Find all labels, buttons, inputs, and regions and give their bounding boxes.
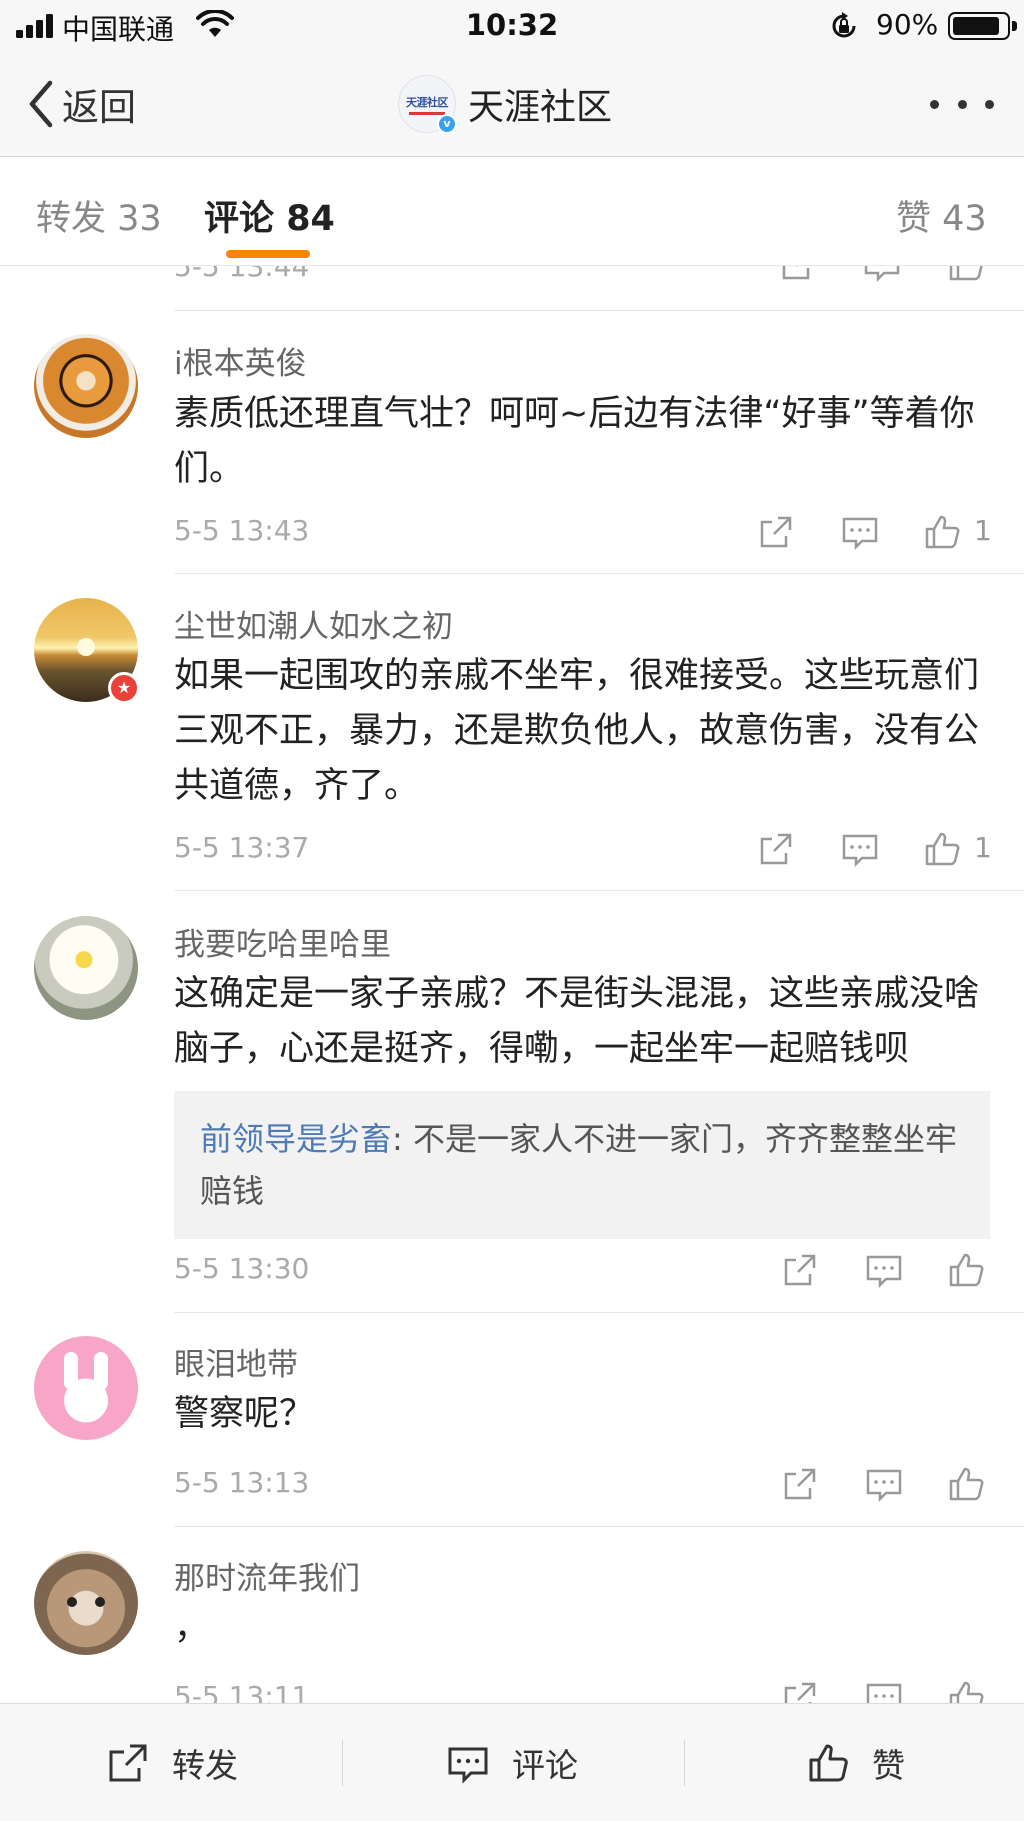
tab-likes[interactable]: 赞 43 (896, 190, 987, 241)
toolbar-divider (684, 1740, 685, 1786)
comment-list[interactable]: 5-5 13:44 i根本英俊 素质低还理直气壮？呵呵~后边有法律“好事”等着你… (0, 0, 1024, 1821)
tab-count: 84 (286, 199, 335, 239)
comment-time: 5-5 13:13 (174, 1466, 310, 1499)
toolbar-divider (342, 1740, 343, 1786)
tab-comments[interactable]: 评论 84 (204, 190, 335, 241)
comment-time: 5-5 13:37 (174, 831, 310, 864)
comment-username[interactable]: 眼泪地带 (174, 1339, 298, 1384)
comment-divider (174, 1312, 1024, 1313)
page-title: 天涯社区 (468, 87, 613, 128)
account-title[interactable]: 天涯社区 v 天涯社区 (398, 74, 612, 134)
back-button[interactable]: 返回 (26, 78, 136, 130)
comment-button[interactable]: 评论 (446, 1704, 578, 1821)
comment-divider (174, 573, 1024, 574)
bunny-avatar[interactable] (34, 1336, 138, 1440)
repost-icon[interactable] (780, 1464, 820, 1504)
like-icon[interactable] (922, 829, 962, 869)
verified-icon: v (437, 114, 457, 134)
battery-percent: 90% (876, 8, 939, 41)
kitten-avatar[interactable] (34, 1551, 138, 1655)
like-icon[interactable] (946, 1464, 986, 1504)
like-button[interactable]: 赞 (806, 1704, 905, 1821)
like-icon[interactable] (922, 512, 962, 552)
tab-bar: 转发 33 评论 84 赞 43 (0, 158, 1024, 266)
comment-divider (174, 310, 1024, 311)
nav-bar: 返回 天涯社区 v 天涯社区 (0, 52, 1024, 157)
tiger-avatar[interactable] (34, 334, 138, 438)
comment-username[interactable]: 我要吃哈里哈里 (174, 919, 391, 964)
comment-text: 警察呢？ (174, 1394, 315, 1434)
account-logo-text: 天涯社区 (406, 95, 449, 109)
app-screen: 5-5 13:44 i根本英俊 素质低还理直气壮？呵呵~后边有法律“好事”等着你… (0, 0, 1024, 1821)
comment-icon[interactable] (864, 1464, 904, 1504)
comment-text: 如果一起围攻的亲戚不坐牢，很难接受。这些玩意们三观不正，暴力，还是欺负他人，故意… (174, 656, 980, 806)
repost-icon[interactable] (756, 512, 796, 552)
tab-count: 43 (942, 199, 987, 239)
comment-text: 素质低还理直气壮？呵呵~后边有法律“好事”等着你们。 (174, 394, 975, 489)
comment-username[interactable]: 那时流年我们 (174, 1553, 360, 1598)
like-icon (809, 1744, 848, 1782)
repost-icon[interactable] (756, 829, 796, 869)
battery-icon (948, 12, 1017, 40)
top-header: 中国联通 10:32 90% 返回 天涯社区 v 天涯社区 (0, 0, 1024, 157)
comment-divider (174, 890, 1024, 891)
comment-text: 这确定是一家子亲戚？不是街头混混，这些亲戚没啥脑子，心还是挺齐，得嘞，一起坐牢一… (174, 974, 980, 1069)
comment-icon[interactable] (840, 512, 880, 552)
tab-label: 评论 (204, 199, 275, 239)
rotation-lock-icon (832, 12, 856, 38)
active-tab-indicator (226, 250, 310, 258)
chevron-left-icon (29, 80, 53, 128)
back-label: 返回 (62, 86, 136, 129)
flower-avatar[interactable] (34, 916, 138, 1020)
like-icon[interactable] (946, 1250, 986, 1290)
comment-divider (174, 1526, 1024, 1527)
comment-icon (448, 1747, 488, 1784)
comment-username[interactable]: i根本英俊 (174, 338, 307, 383)
more-options-button[interactable] (930, 88, 994, 120)
comment-label: 评论 (512, 1746, 578, 1785)
repost-icon[interactable] (780, 1250, 820, 1290)
tab-label: 转发 (36, 199, 107, 239)
repost-button[interactable]: 转发 (106, 1704, 238, 1821)
tab-label: 赞 (896, 199, 932, 239)
member-badge-icon: ★ (108, 672, 140, 704)
like-count: 1 (974, 514, 992, 547)
repost-icon (109, 1744, 147, 1782)
bottom-toolbar: 转发 评论 赞 (0, 1703, 1024, 1821)
repost-label: 转发 (172, 1746, 238, 1785)
comment-time: 5-5 13:43 (174, 514, 310, 547)
status-bar: 中国联通 10:32 90% (0, 0, 1024, 52)
clock: 10:32 (465, 8, 559, 42)
comment-icon[interactable] (864, 1250, 904, 1290)
reply-box[interactable]: 前领导是劣畜: 不是一家人不进一家门，齐齐整整坐牢赔钱 (174, 1091, 990, 1239)
comment-username[interactable]: 尘世如潮人如水之初 (174, 601, 453, 646)
tab-reposts[interactable]: 转发 33 (36, 190, 162, 241)
reply-username[interactable]: 前领导是劣畜 (200, 1120, 392, 1158)
like-label: 赞 (872, 1746, 905, 1785)
comment-icon[interactable] (840, 829, 880, 869)
comment-text: ， (174, 1608, 210, 1648)
tab-count: 33 (117, 199, 162, 239)
account-logo-avatar[interactable]: 天涯社区 v (398, 75, 457, 134)
comment-time: 5-5 13:30 (174, 1252, 310, 1285)
like-count: 1 (974, 831, 992, 864)
